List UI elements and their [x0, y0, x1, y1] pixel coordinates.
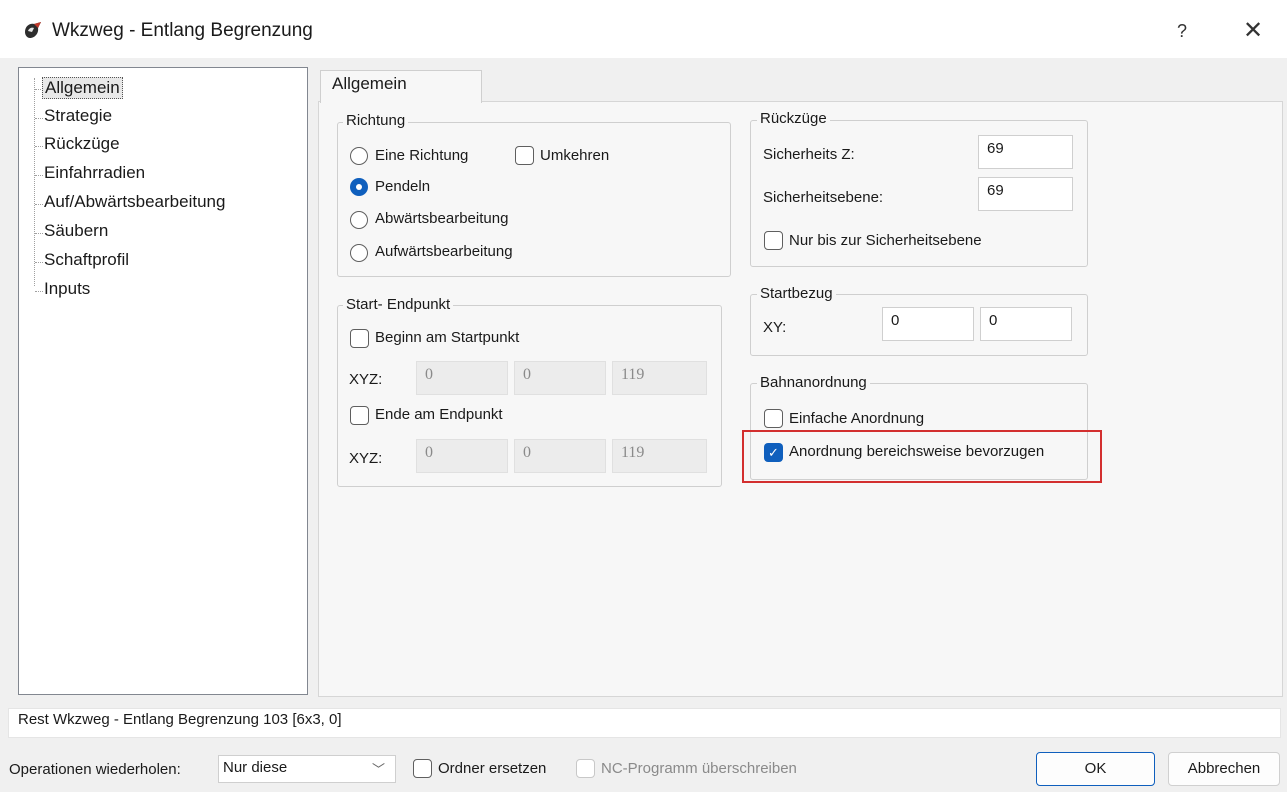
close-button[interactable]: ✕: [1236, 14, 1270, 48]
ordner-ersetzen-checkbox[interactable]: [413, 759, 432, 778]
tree-connector: [35, 146, 43, 147]
sicherheitsebene-label: Sicherheitsebene:: [763, 189, 884, 206]
tree-item-allgemein[interactable]: Allgemein: [42, 77, 123, 99]
tab-label: Allgemein: [332, 74, 407, 93]
start-z-input[interactable]: 119: [612, 361, 707, 395]
tree-connector: [35, 262, 43, 263]
end-xyz-label: XYZ:: [349, 450, 383, 467]
richtung-title: Richtung: [343, 112, 409, 129]
aufwaertsbearbeitung-label: Aufwärtsbearbeitung: [375, 243, 513, 260]
beginn-startpunkt-checkbox[interactable]: [350, 329, 369, 348]
chevron-down-icon[interactable]: ﹀: [372, 759, 385, 778]
radio-pendeln[interactable]: [350, 178, 368, 196]
startbezug-title: Startbezug: [757, 285, 836, 302]
tree-connector-line: [34, 78, 35, 286]
operationen-label: Operationen wiederholen:: [9, 761, 181, 778]
tree-item-saeubern[interactable]: Säubern: [44, 221, 108, 241]
window-title: Wkzweg - Entlang Begrenzung: [52, 20, 313, 41]
tree-item-einfahrradien[interactable]: Einfahrradien: [44, 163, 145, 183]
rueckzuege-title: Rückzüge: [757, 110, 830, 127]
nur-bis-sicherheitsebene-checkbox[interactable]: [764, 231, 783, 250]
startbezug-y-input[interactable]: 0: [980, 307, 1072, 341]
help-button[interactable]: ?: [1168, 14, 1196, 48]
startbezug-xy-label: XY:: [763, 319, 787, 336]
tree-connector: [35, 175, 43, 176]
start-x-input[interactable]: 0: [416, 361, 508, 395]
umkehren-checkbox[interactable]: [515, 146, 534, 165]
bahnanordnung-title: Bahnanordnung: [757, 374, 870, 391]
radio-eine-richtung[interactable]: [350, 147, 368, 165]
abbrechen-button[interactable]: Abbrechen: [1168, 752, 1280, 786]
sicherheitsebene-input[interactable]: 69: [978, 177, 1073, 211]
tree-item-strategie[interactable]: Strategie: [44, 106, 112, 126]
tree-connector: [35, 204, 43, 205]
sicherheits-z-label: Sicherheits Z:: [763, 146, 855, 163]
end-x-input[interactable]: 0: [416, 439, 508, 473]
ordner-ersetzen-label: Ordner ersetzen: [438, 760, 547, 777]
end-z-input[interactable]: 119: [612, 439, 707, 473]
radio-aufwaertsbearbeitung[interactable]: [350, 244, 368, 262]
app-icon: [22, 20, 44, 42]
end-y-input[interactable]: 0: [514, 439, 606, 473]
tree-connector: [35, 118, 43, 119]
tree-connector: [35, 233, 43, 234]
startbezug-x-input[interactable]: 0: [882, 307, 974, 341]
umkehren-label: Umkehren: [540, 147, 610, 164]
nur-bis-sicherheitsebene-label: Nur bis zur Sicherheitsebene: [789, 232, 982, 249]
radio-abwaertsbearbeitung[interactable]: [350, 211, 368, 229]
start-y-input[interactable]: 0: [514, 361, 606, 395]
einfache-anordnung-checkbox[interactable]: [764, 409, 783, 428]
abwaertsbearbeitung-label: Abwärtsbearbeitung: [375, 210, 509, 227]
start-endpunkt-title: Start- Endpunkt: [343, 296, 454, 313]
beginn-startpunkt-label: Beginn am Startpunkt: [375, 329, 520, 346]
nc-programm-checkbox[interactable]: [576, 759, 595, 778]
einfache-anordnung-label: Einfache Anordnung: [789, 410, 925, 427]
tree-item-schaftprofil[interactable]: Schaftprofil: [44, 250, 129, 270]
eine-richtung-label: Eine Richtung: [375, 147, 469, 164]
tree-connector: [35, 291, 43, 292]
tree-item-rueckzuege[interactable]: Rückzüge: [44, 134, 120, 154]
highlight-box: [742, 430, 1102, 483]
operationen-value: Nur diese: [223, 759, 288, 776]
ende-endpunkt-label: Ende am Endpunkt: [375, 406, 503, 423]
ende-endpunkt-checkbox[interactable]: [350, 406, 369, 425]
sicherheits-z-input[interactable]: 69: [978, 135, 1073, 169]
pendeln-label: Pendeln: [375, 178, 431, 195]
navigation-tree: [18, 67, 308, 695]
start-xyz-label: XYZ:: [349, 371, 383, 388]
tree-item-inputs[interactable]: Inputs: [44, 279, 90, 299]
nc-programm-label: NC-Programm überschreiben: [601, 760, 797, 777]
tree-item-auf-abwaertsbearbeitung[interactable]: Auf/Abwärtsbearbeitung: [44, 192, 225, 212]
ok-button[interactable]: OK: [1036, 752, 1155, 786]
status-text: Rest Wkzweg - Entlang Begrenzung 103 [6x…: [18, 711, 342, 728]
